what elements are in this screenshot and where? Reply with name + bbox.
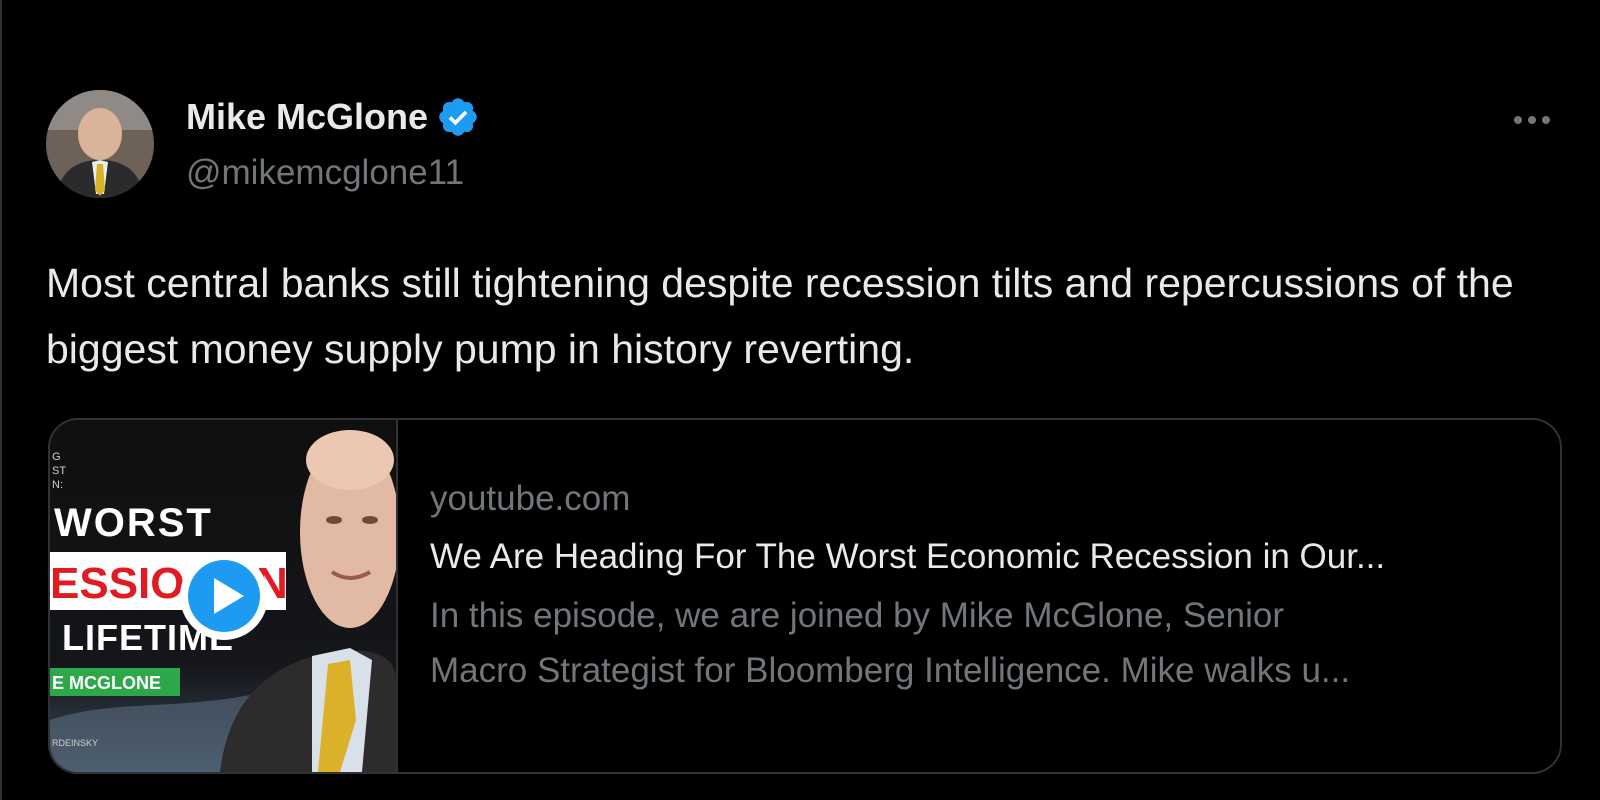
thumb-corner-text: G bbox=[52, 451, 61, 463]
post-text: Most central banks still tightening desp… bbox=[46, 260, 1514, 372]
thumb-text-rdeinsky: RDEINSKY bbox=[52, 738, 98, 748]
thumb-text-essio: ESSIO bbox=[50, 559, 185, 608]
link-description-line-1: In this episode, we are joined by Mike M… bbox=[430, 596, 1285, 635]
svg-text:N:: N: bbox=[52, 479, 63, 491]
top-bar: Post bbox=[2, 0, 1600, 12]
verified-badge-icon bbox=[439, 98, 477, 136]
avatar-photo bbox=[46, 90, 154, 198]
link-domain: youtube.com bbox=[430, 479, 631, 518]
link-preview-card[interactable]: G ST N: WORST ESSIO N LIFETIME E MCGLONE… bbox=[48, 418, 1562, 774]
page-title: Post bbox=[192, 0, 279, 8]
link-title[interactable]: We Are Heading For The Worst Economic Re… bbox=[430, 532, 1540, 582]
thumb-text-worst: WORST bbox=[54, 501, 213, 545]
author-name-text: Mike McGlone bbox=[186, 96, 429, 137]
svg-text:ST: ST bbox=[52, 465, 66, 477]
play-icon[interactable] bbox=[178, 550, 270, 642]
author-name[interactable]: Mike McGlone bbox=[186, 95, 480, 139]
post-page: Post Mike McGlone @mikemcglone11 Most ce… bbox=[0, 0, 1600, 800]
link-description: In this episode, we are joined by Mike M… bbox=[430, 588, 1540, 698]
link-description-line-2: Macro Strategist for Bloomberg Intellige… bbox=[430, 651, 1351, 690]
video-thumbnail[interactable]: G ST N: WORST ESSIO N LIFETIME E MCGLONE… bbox=[50, 420, 398, 772]
author-handle[interactable]: @mikemcglone11 bbox=[186, 152, 464, 194]
more-options-icon[interactable] bbox=[1510, 104, 1554, 136]
link-card-body: youtube.com We Are Heading For The Worst… bbox=[430, 474, 1540, 698]
avatar[interactable] bbox=[46, 90, 154, 198]
thumb-text-mcglone: E MCGLONE bbox=[52, 673, 161, 693]
